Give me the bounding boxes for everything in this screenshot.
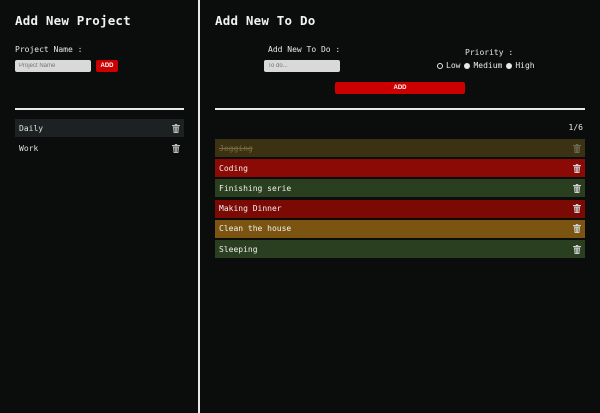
- trash-icon[interactable]: [573, 224, 581, 234]
- todo-divider: [215, 108, 585, 110]
- trash-icon[interactable]: [172, 123, 180, 133]
- todo-input-label: Add New To Do :: [268, 45, 341, 54]
- project-name-input[interactable]: [15, 60, 91, 72]
- project-panel-title: Add New Project: [15, 13, 131, 28]
- todo-item-label: Sleeping: [219, 244, 258, 254]
- todo-panel-title: Add New To Do: [215, 13, 316, 28]
- priority-high-label: High: [515, 61, 535, 70]
- todo-item[interactable]: Clean the house: [215, 219, 585, 238]
- project-name-label: Project Name :: [15, 45, 83, 54]
- todo-counter: 1/6: [568, 123, 583, 132]
- todo-item-label: Clean the house: [219, 224, 292, 234]
- todo-item-label: Jogging: [219, 143, 253, 153]
- project-item-daily[interactable]: Daily: [15, 119, 184, 137]
- trash-icon[interactable]: [172, 143, 180, 153]
- priority-low-label: Low: [446, 61, 461, 70]
- todo-item[interactable]: Finishing serie: [215, 179, 585, 198]
- todo-item[interactable]: Jogging: [215, 139, 585, 157]
- add-todo-button[interactable]: ADD: [335, 82, 465, 94]
- todo-item-label: Making Dinner: [219, 204, 282, 214]
- trash-icon[interactable]: [573, 163, 581, 173]
- todo-item[interactable]: Making Dinner: [215, 199, 585, 218]
- radio-low[interactable]: [437, 62, 443, 69]
- todo-item[interactable]: Sleeping: [215, 240, 585, 258]
- project-item-label: Daily: [19, 123, 44, 133]
- todo-item-label: Coding: [219, 163, 248, 173]
- project-sidebar: Add New Project Project Name : ADD Daily…: [0, 0, 198, 413]
- priority-option-high[interactable]: High: [506, 61, 535, 70]
- priority-option-low[interactable]: Low: [437, 61, 460, 70]
- radio-high[interactable]: [506, 62, 513, 69]
- priority-option-medium[interactable]: Medium: [464, 61, 502, 70]
- radio-medium[interactable]: [464, 62, 471, 69]
- todo-input[interactable]: [264, 60, 340, 72]
- project-item-label: Work: [19, 143, 39, 153]
- trash-icon[interactable]: [573, 204, 581, 214]
- todo-item-label: Finishing serie: [219, 183, 292, 193]
- trash-icon[interactable]: [573, 183, 581, 193]
- project-item-work[interactable]: Work: [15, 139, 184, 157]
- todo-main: Add New To Do Add New To Do : Priority :…: [200, 0, 600, 413]
- project-divider: [15, 108, 184, 110]
- priority-label: Priority :: [465, 48, 514, 57]
- trash-icon[interactable]: [573, 143, 581, 153]
- priority-medium-label: Medium: [473, 61, 503, 70]
- add-project-button[interactable]: ADD: [96, 60, 118, 72]
- priority-radio-group: Low Medium High: [437, 61, 535, 70]
- trash-icon[interactable]: [573, 244, 581, 254]
- todo-item[interactable]: Coding: [215, 159, 585, 178]
